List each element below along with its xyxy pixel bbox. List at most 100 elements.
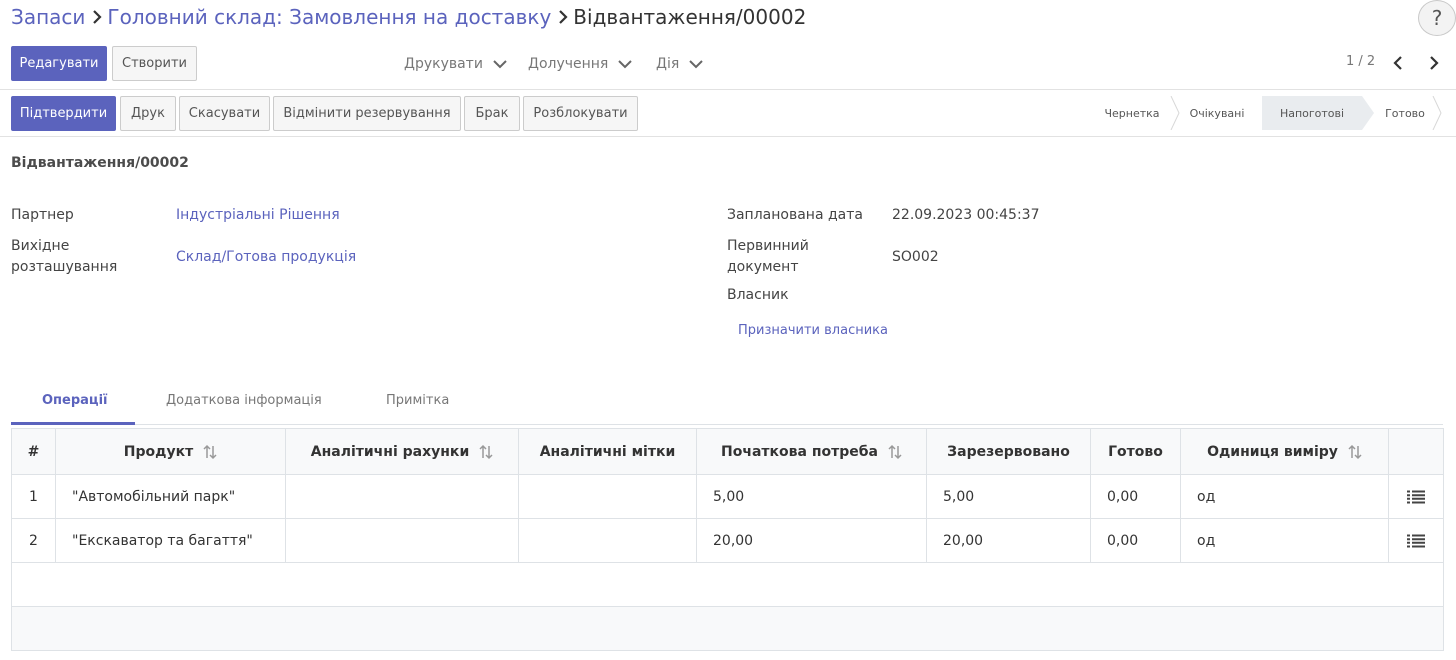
- cell-analytic-accounts[interactable]: [285, 474, 519, 519]
- status-stage-draft[interactable]: Чернетка: [1092, 96, 1180, 130]
- detailed-operations-icon[interactable]: [1407, 490, 1425, 504]
- source-location-label: Вихідне розташування: [11, 238, 118, 275]
- cell-reserved: 20,00: [926, 518, 1091, 563]
- column-header-label: #: [27, 443, 40, 460]
- scheduled-date-label: Запланована дата: [727, 207, 863, 223]
- divider: [0, 89, 1456, 90]
- column-header-number: #: [11, 428, 56, 475]
- column-header-uom[interactable]: Одиниця виміру: [1180, 428, 1389, 475]
- cell-initial-demand[interactable]: 20,00: [696, 518, 927, 563]
- scrap-button[interactable]: Брак: [464, 96, 520, 131]
- cell-number: 1: [11, 474, 56, 519]
- sort-icon: [203, 444, 217, 459]
- footer-cell: [11, 606, 1444, 651]
- divider: [0, 136, 1456, 137]
- unlock-button[interactable]: Розблокувати: [523, 96, 638, 131]
- breadcrumb-item-delivery-orders[interactable]: Головний склад: Замовлення на доставку: [107, 5, 551, 29]
- sort-icon: [888, 444, 902, 459]
- chevron-right-icon: [1430, 56, 1439, 70]
- chevron-down-icon: [493, 59, 507, 68]
- status-stage-label: Напоготові: [1279, 106, 1345, 120]
- pager-next-button[interactable]: [1424, 52, 1444, 74]
- tab-note[interactable]: Примітка: [386, 393, 449, 408]
- cell-analytic-tags[interactable]: [518, 518, 697, 563]
- attachments-dropdown[interactable]: Долучення: [528, 52, 633, 76]
- column-header-label: Початкова потреба: [721, 443, 878, 460]
- partner-link[interactable]: Індустріальні Рішення: [176, 205, 340, 226]
- column-header-label: Продукт: [123, 443, 194, 460]
- status-stage-ready[interactable]: Напоготові: [1262, 96, 1374, 130]
- chevron-down-icon: [689, 59, 703, 68]
- cell-detail[interactable]: [1388, 474, 1444, 519]
- empty-cell: [11, 562, 1444, 607]
- confirm-button[interactable]: Підтвердити: [11, 96, 116, 131]
- cell-product[interactable]: "Екскаватор та багаття": [55, 518, 286, 563]
- column-header-detail: [1388, 428, 1444, 475]
- status-stage-label: Очікувані: [1189, 106, 1245, 120]
- column-header-reserved: Зарезервовано: [926, 428, 1091, 475]
- column-header-label: Зарезервовано: [947, 443, 1070, 460]
- sort-icon: [1348, 444, 1362, 459]
- cell-done[interactable]: 0,00: [1090, 518, 1181, 563]
- stage-separator-icon: [1170, 96, 1180, 130]
- attachments-dropdown-label: Долучення: [528, 56, 609, 72]
- assign-owner-button[interactable]: Призначити власника: [738, 323, 888, 338]
- chevron-left-icon: [1393, 56, 1402, 70]
- scheduled-date-value: 22.09.2023 00:45:37: [892, 207, 1040, 223]
- column-header-analytic-accounts[interactable]: Аналітичні рахунки: [285, 428, 519, 475]
- table-footer-row: [11, 606, 1444, 651]
- active-tab-indicator: [11, 422, 135, 425]
- cell-uom[interactable]: од: [1180, 474, 1389, 519]
- chevron-right-icon: [92, 10, 102, 24]
- cell-reserved: 5,00: [926, 474, 1091, 519]
- help-button[interactable]: ?: [1418, 0, 1456, 36]
- print-dropdown-label: Друкувати: [404, 56, 483, 72]
- print-button[interactable]: Друк: [120, 96, 176, 131]
- sort-icon: [479, 444, 493, 459]
- action-dropdown[interactable]: Дія: [656, 52, 703, 76]
- column-header-done: Готово: [1090, 428, 1181, 475]
- cell-analytic-accounts[interactable]: [285, 518, 519, 563]
- stage-separator-icon: [1432, 96, 1442, 130]
- action-dropdown-label: Дія: [656, 56, 680, 72]
- column-header-initial-demand[interactable]: Початкова потреба: [696, 428, 927, 475]
- tab-operations[interactable]: Операції: [42, 393, 107, 408]
- cancel-button[interactable]: Скасувати: [179, 96, 270, 131]
- cell-uom[interactable]: од: [1180, 518, 1389, 563]
- status-stage-waiting[interactable]: Очікувані: [1172, 96, 1262, 130]
- table-empty-row: [11, 562, 1444, 607]
- cell-product[interactable]: "Автомобільний парк": [55, 474, 286, 519]
- unreserve-button[interactable]: Відмінити резервування: [273, 96, 461, 131]
- column-header-label: Готово: [1108, 443, 1163, 460]
- column-header-label: Одиниця виміру: [1207, 443, 1338, 460]
- partner-label: Партнер: [11, 207, 74, 223]
- source-location-link[interactable]: Склад/Готова продукція: [176, 247, 356, 268]
- chevron-right-icon: [558, 10, 568, 24]
- record-title: Відвантаження/00002: [11, 155, 189, 171]
- detailed-operations-icon[interactable]: [1407, 534, 1425, 548]
- pager-value[interactable]: 1 / 2: [1346, 54, 1375, 69]
- status-stage-label: Готово: [1385, 106, 1425, 120]
- table-row[interactable]: 1 "Автомобільний парк" 5,00 5,00 0,00 од: [11, 474, 1444, 519]
- column-header-label: Аналітичні рахунки: [310, 443, 470, 460]
- pager-previous-button[interactable]: [1388, 52, 1408, 74]
- cell-detail[interactable]: [1388, 518, 1444, 563]
- edit-button[interactable]: Редагувати: [11, 46, 107, 81]
- table-row[interactable]: 2 "Екскаватор та багаття" 20,00 20,00 0,…: [11, 518, 1444, 563]
- column-header-label: Аналітичні мітки: [539, 443, 676, 460]
- cell-done[interactable]: 0,00: [1090, 474, 1181, 519]
- cell-analytic-tags[interactable]: [518, 474, 697, 519]
- print-dropdown[interactable]: Друкувати: [404, 52, 507, 76]
- source-document-label: Первинний документ: [727, 238, 809, 275]
- tab-additional-info[interactable]: Додаткова інформація: [166, 393, 322, 408]
- source-document-value: SO002: [892, 249, 939, 265]
- column-header-product[interactable]: Продукт: [55, 428, 286, 475]
- status-stage-label: Чернетка: [1104, 106, 1160, 120]
- cell-number: 2: [11, 518, 56, 563]
- cell-initial-demand[interactable]: 5,00: [696, 474, 927, 519]
- operations-table: # Продукт Аналітичні рахунки Аналітичні …: [11, 428, 1444, 651]
- status-bar: Чернетка Очікувані Напоготові Готово: [1092, 96, 1442, 130]
- breadcrumb-item-inventory[interactable]: Запаси: [11, 5, 85, 29]
- create-button[interactable]: Створити: [112, 46, 197, 81]
- table-header-row: # Продукт Аналітичні рахунки Аналітичні …: [11, 428, 1444, 475]
